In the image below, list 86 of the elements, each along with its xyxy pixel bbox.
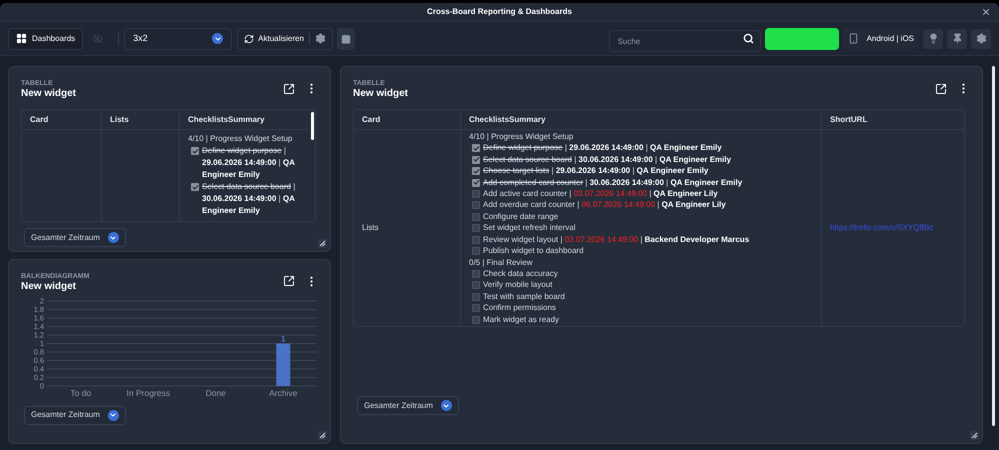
checklist-item: Mark widget as ready: [483, 314, 560, 325]
checkbox[interactable]: [472, 304, 480, 312]
column-header: ChecklistsSummary: [461, 110, 822, 129]
scrollbar-thumb[interactable]: [992, 66, 995, 426]
platform-button[interactable]: Android | iOS: [842, 28, 919, 50]
category-label: To do: [70, 388, 92, 398]
checkbox[interactable]: [472, 270, 480, 278]
checkbox[interactable]: [472, 178, 480, 187]
table-cell-text: Lists: [362, 222, 380, 234]
column-header: ShortURL: [829, 114, 868, 126]
checkbox[interactable]: [472, 247, 480, 256]
checklist-item: Test with sample board: [483, 290, 565, 302]
time-range-select[interactable]: Gesamter Zeitraum: [24, 228, 126, 247]
category-label: Archive: [269, 388, 298, 398]
checklist-item: Confirm permissions: [483, 302, 556, 314]
widget-title: New widget: [21, 88, 76, 100]
settings-icon[interactable]: [314, 33, 326, 44]
checkbox[interactable]: [472, 156, 480, 164]
checkbox[interactable]: [472, 144, 480, 152]
layout-select[interactable]: 3x2: [124, 28, 232, 50]
category-label: Done: [206, 388, 226, 398]
chevron-down-icon: [108, 410, 119, 420]
checkbox[interactable]: [472, 167, 480, 176]
checklist-item: Select data source board | 30.06.2026 14:49:00 | QA Engineer Emily: [202, 181, 296, 217]
widget-title: New widget: [21, 280, 78, 292]
checklist-header: 0/5 | Final Review: [469, 256, 534, 268]
lightbulb-icon[interactable]: [923, 28, 943, 48]
chart-bar: [276, 343, 290, 386]
column-header: Lists: [102, 110, 180, 129]
checkbox[interactable]: [472, 316, 480, 324]
refresh-icon: [244, 34, 254, 44]
checkbox[interactable]: [472, 212, 480, 221]
checklist-header: 4/10 | Progress Widget Setup: [469, 131, 574, 142]
checklist-item: Select data source board | 30.06.2026 14:49:00 | QA Engineer Emily: [483, 154, 732, 166]
checklist-item: Configure date range: [483, 210, 558, 222]
grid-icon: [16, 33, 27, 44]
checkbox[interactable]: [191, 183, 199, 191]
checklist-item: Publish widget to dashboard: [483, 245, 584, 257]
blurred-button[interactable]: [764, 28, 839, 50]
time-range-select[interactable]: Gesamter Zeitraum: [357, 396, 459, 415]
resize-handle-icon[interactable]: [970, 431, 979, 440]
chevron-down-icon: [212, 33, 224, 44]
widget-title: New widget: [353, 88, 408, 100]
column-header: ChecklistsSummary: [187, 114, 266, 126]
settings-icon[interactable]: [971, 28, 991, 48]
checklist-item: Add overdue card counter | 06.07.2026 14:49:00 | QA Engineer Lily: [483, 199, 726, 211]
checkbox[interactable]: [472, 224, 480, 232]
chevron-down-icon: [440, 400, 452, 411]
checkbox[interactable]: [472, 281, 480, 290]
search-field[interactable]: Suche: [608, 30, 761, 52]
checklist-item: Set widget refresh interval: [483, 222, 576, 234]
pin-icon[interactable]: [947, 28, 967, 48]
checklist-item: Choose target lists | 29.06.2026 14:49:00 | QA Engineer Emily: [483, 165, 708, 177]
checklist-header: 4/10 | Progress Widget Setup: [188, 133, 294, 145]
time-range-select[interactable]: Gesamter Zeitraum: [24, 406, 126, 424]
checkbox[interactable]: [472, 201, 480, 210]
open-external-icon[interactable]: [935, 82, 947, 94]
refresh-button[interactable]: Aktualisieren: [244, 32, 304, 44]
dashboards-button[interactable]: Dashboards: [8, 28, 84, 50]
scrollbar-thumb[interactable]: [311, 112, 314, 140]
open-external-icon[interactable]: [283, 82, 295, 94]
calendar-icon[interactable]: [340, 34, 351, 44]
open-external-icon[interactable]: [283, 275, 295, 287]
checklist-item: Check data accuracy: [483, 268, 558, 280]
data-label: 1: [281, 334, 286, 343]
calendar-button[interactable]: [336, 28, 355, 50]
checkbox[interactable]: [472, 236, 480, 244]
resize-handle-icon[interactable]: [318, 431, 327, 440]
search-icon[interactable]: [742, 32, 754, 44]
checklist-item: Add active card counter | 03.07.2026 14:49:00 | QA Engineer Lily: [483, 188, 718, 200]
checklist-item: Review widget layout | 03.07.2026 14:49:00 | Backend Developer Marcus: [483, 234, 750, 246]
checklist-item: Add completed card counter | 30.06.2026 14:49:00 | QA Engineer Emily: [483, 176, 742, 188]
resize-handle-icon[interactable]: [318, 238, 327, 248]
window-title: Cross-Board Reporting & Dashboards: [427, 6, 572, 18]
close-icon[interactable]: [981, 7, 991, 17]
checkbox[interactable]: [472, 292, 480, 301]
column-header: Card: [22, 110, 102, 129]
checklist-item: Verify mobile layout: [483, 279, 552, 291]
checklist-item: Define widget purpose | 29.06.2026 14:49:00 | QA Engineer Emily: [483, 142, 722, 154]
column-header: Card: [354, 110, 461, 129]
phone-icon: [848, 33, 859, 44]
category-label: In Progress: [126, 388, 170, 398]
checklist-item: Define widget purpose | 29.06.2026 14:49:00 | QA Engineer Emily: [202, 145, 296, 181]
chevron-down-icon: [108, 232, 119, 243]
checkbox[interactable]: [472, 190, 480, 198]
checkbox[interactable]: [191, 147, 199, 155]
